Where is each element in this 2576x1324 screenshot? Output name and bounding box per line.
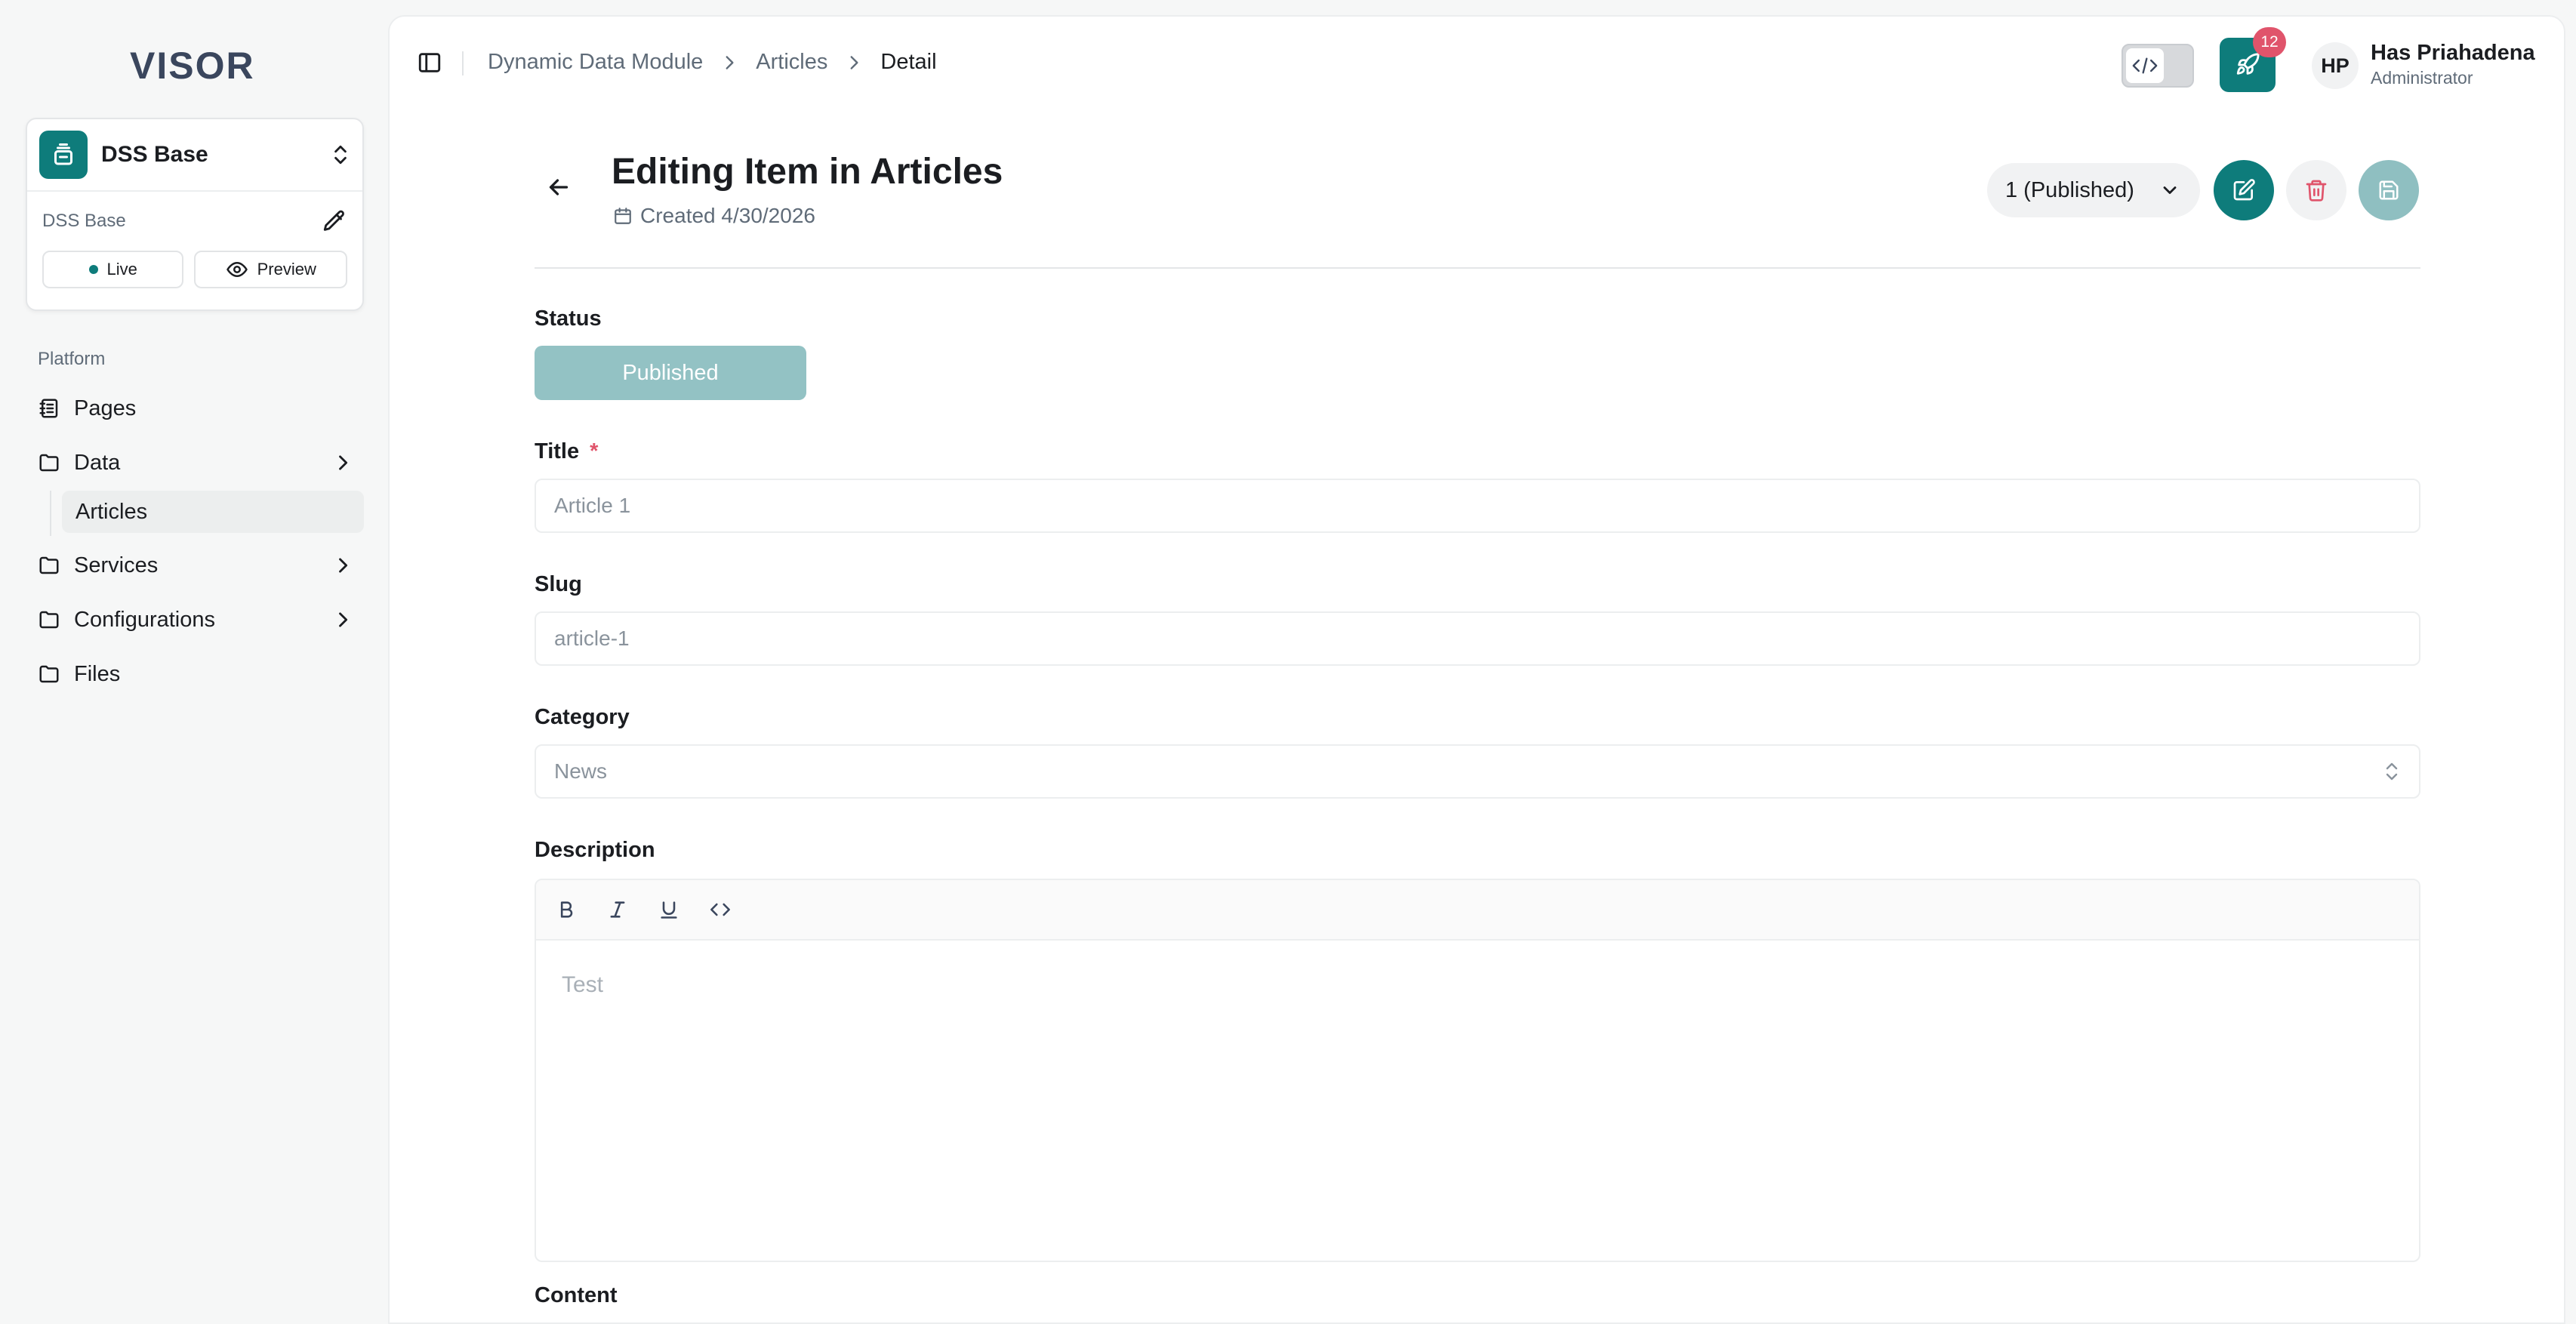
chevron-right-icon <box>339 455 348 470</box>
italic-icon[interactable] <box>602 894 633 925</box>
sidebar-item-label: Pages <box>74 396 137 420</box>
sidebar-toggle-icon[interactable] <box>417 50 442 75</box>
folder-icon <box>39 454 59 472</box>
title-label: Title * <box>535 439 598 464</box>
trash-icon <box>2306 180 2327 202</box>
edit-icon <box>2233 179 2255 201</box>
database-icon <box>39 131 88 179</box>
category-select[interactable]: News <box>535 744 2420 799</box>
chevron-right-icon <box>339 558 348 573</box>
toolbar-divider <box>462 51 464 75</box>
sidebar-item-label: Services <box>74 553 159 577</box>
sidebar-item-files[interactable]: Files <box>26 652 364 696</box>
status-label: Status <box>535 306 602 331</box>
folder-icon <box>39 556 59 574</box>
project-card: DSS Base DSS Base Live Preview <box>26 118 364 311</box>
slug-input[interactable]: article-1 <box>535 611 2420 666</box>
eye-icon <box>226 262 248 277</box>
title-input-value: Article 1 <box>554 494 631 517</box>
created-date-text: Created 4/30/2026 <box>640 204 815 227</box>
notebook-icon <box>39 399 58 418</box>
sidebar-item-pages[interactable]: Pages <box>26 386 364 430</box>
underline-icon[interactable] <box>654 894 684 925</box>
chevron-right-icon <box>726 55 734 69</box>
folder-icon <box>39 665 59 683</box>
breadcrumb-item-module[interactable]: Dynamic Data Module <box>488 50 703 75</box>
breadcrumb-item-detail: Detail <box>880 50 937 74</box>
page-title: Editing Item in Articles <box>612 152 1003 192</box>
code-icon[interactable] <box>705 894 735 925</box>
sidebar: VISOR DSS Base DSS Base Live Preview Pla… <box>0 0 387 1324</box>
sidebar-item-services[interactable]: Services <box>26 543 364 587</box>
live-button[interactable]: Live <box>42 251 184 288</box>
edit-button[interactable] <box>2214 160 2274 220</box>
sidebar-item-label: Configurations <box>74 607 215 632</box>
chevron-updown-icon <box>334 145 347 165</box>
preview-label: Preview <box>257 260 316 279</box>
folder-icon <box>39 611 59 629</box>
sidebar-item-label: Files <box>74 661 121 686</box>
save-button[interactable] <box>2359 160 2419 220</box>
visor-logo[interactable]: VISOR <box>130 44 255 88</box>
chevron-down-icon <box>2163 186 2177 194</box>
version-select-value: 1 (Published) <box>2005 177 2134 202</box>
project-sub-name: DSS Base <box>42 211 126 231</box>
chevron-updown-icon <box>2386 762 2398 781</box>
live-label: Live <box>106 260 137 279</box>
status-button[interactable]: Published <box>535 346 806 400</box>
required-marker: * <box>590 439 599 463</box>
pencil-icon[interactable] <box>322 208 347 234</box>
logo-text: VISOR <box>130 45 255 87</box>
header-divider <box>535 267 2420 269</box>
chevron-right-icon <box>339 612 348 627</box>
rocket-icon <box>2236 53 2260 75</box>
slug-input-value: article-1 <box>554 627 630 650</box>
preview-button[interactable]: Preview <box>194 251 347 288</box>
title-input[interactable]: Article 1 <box>535 479 2420 533</box>
notification-badge: 12 <box>2253 27 2286 57</box>
sidebar-item-articles[interactable]: Articles <box>62 491 364 533</box>
bold-icon[interactable] <box>551 894 581 925</box>
user-role: Administrator <box>2371 68 2473 88</box>
slug-label: Slug <box>535 572 582 596</box>
sidebar-item-configurations[interactable]: Configurations <box>26 598 364 642</box>
project-switcher[interactable]: DSS Base <box>27 119 362 192</box>
title-label-text: Title <box>535 439 580 463</box>
project-name: DSS Base <box>101 142 208 167</box>
editor-toolbar <box>536 880 2419 941</box>
tree-line <box>50 491 51 536</box>
breadcrumb: Dynamic Data Module Articles Detail <box>488 50 937 75</box>
save-icon <box>2379 180 2399 200</box>
description-label: Description <box>535 838 655 862</box>
delete-button[interactable] <box>2286 160 2346 220</box>
code-view-toggle[interactable] <box>2122 44 2194 88</box>
sidebar-item-data[interactable]: Data <box>26 441 364 485</box>
version-select[interactable]: 1 (Published) <box>1987 163 2200 217</box>
category-label: Category <box>535 705 630 729</box>
chevron-right-icon <box>850 55 858 69</box>
description-editor[interactable]: Test <box>535 879 2420 1262</box>
user-name[interactable]: Has Priahadena <box>2371 41 2535 66</box>
live-dot <box>88 265 98 274</box>
avatar[interactable]: HP <box>2312 42 2359 89</box>
created-date: Created 4/30/2026 <box>613 204 815 228</box>
description-text: Test <box>562 972 604 997</box>
calendar-icon <box>615 208 631 224</box>
content-label: Content <box>535 1283 618 1307</box>
platform-section-label: Platform <box>38 349 106 369</box>
code-icon <box>2126 48 2164 83</box>
category-select-value: News <box>554 759 608 783</box>
sidebar-item-label: Articles <box>75 499 148 524</box>
sidebar-item-label: Data <box>74 450 121 475</box>
top-bar: Dynamic Data Module Articles Detail 12 H… <box>390 17 2564 110</box>
main-panel: Dynamic Data Module Articles Detail 12 H… <box>388 15 2565 1324</box>
back-arrow-icon[interactable] <box>545 174 572 201</box>
breadcrumb-item-articles[interactable]: Articles <box>756 50 827 75</box>
